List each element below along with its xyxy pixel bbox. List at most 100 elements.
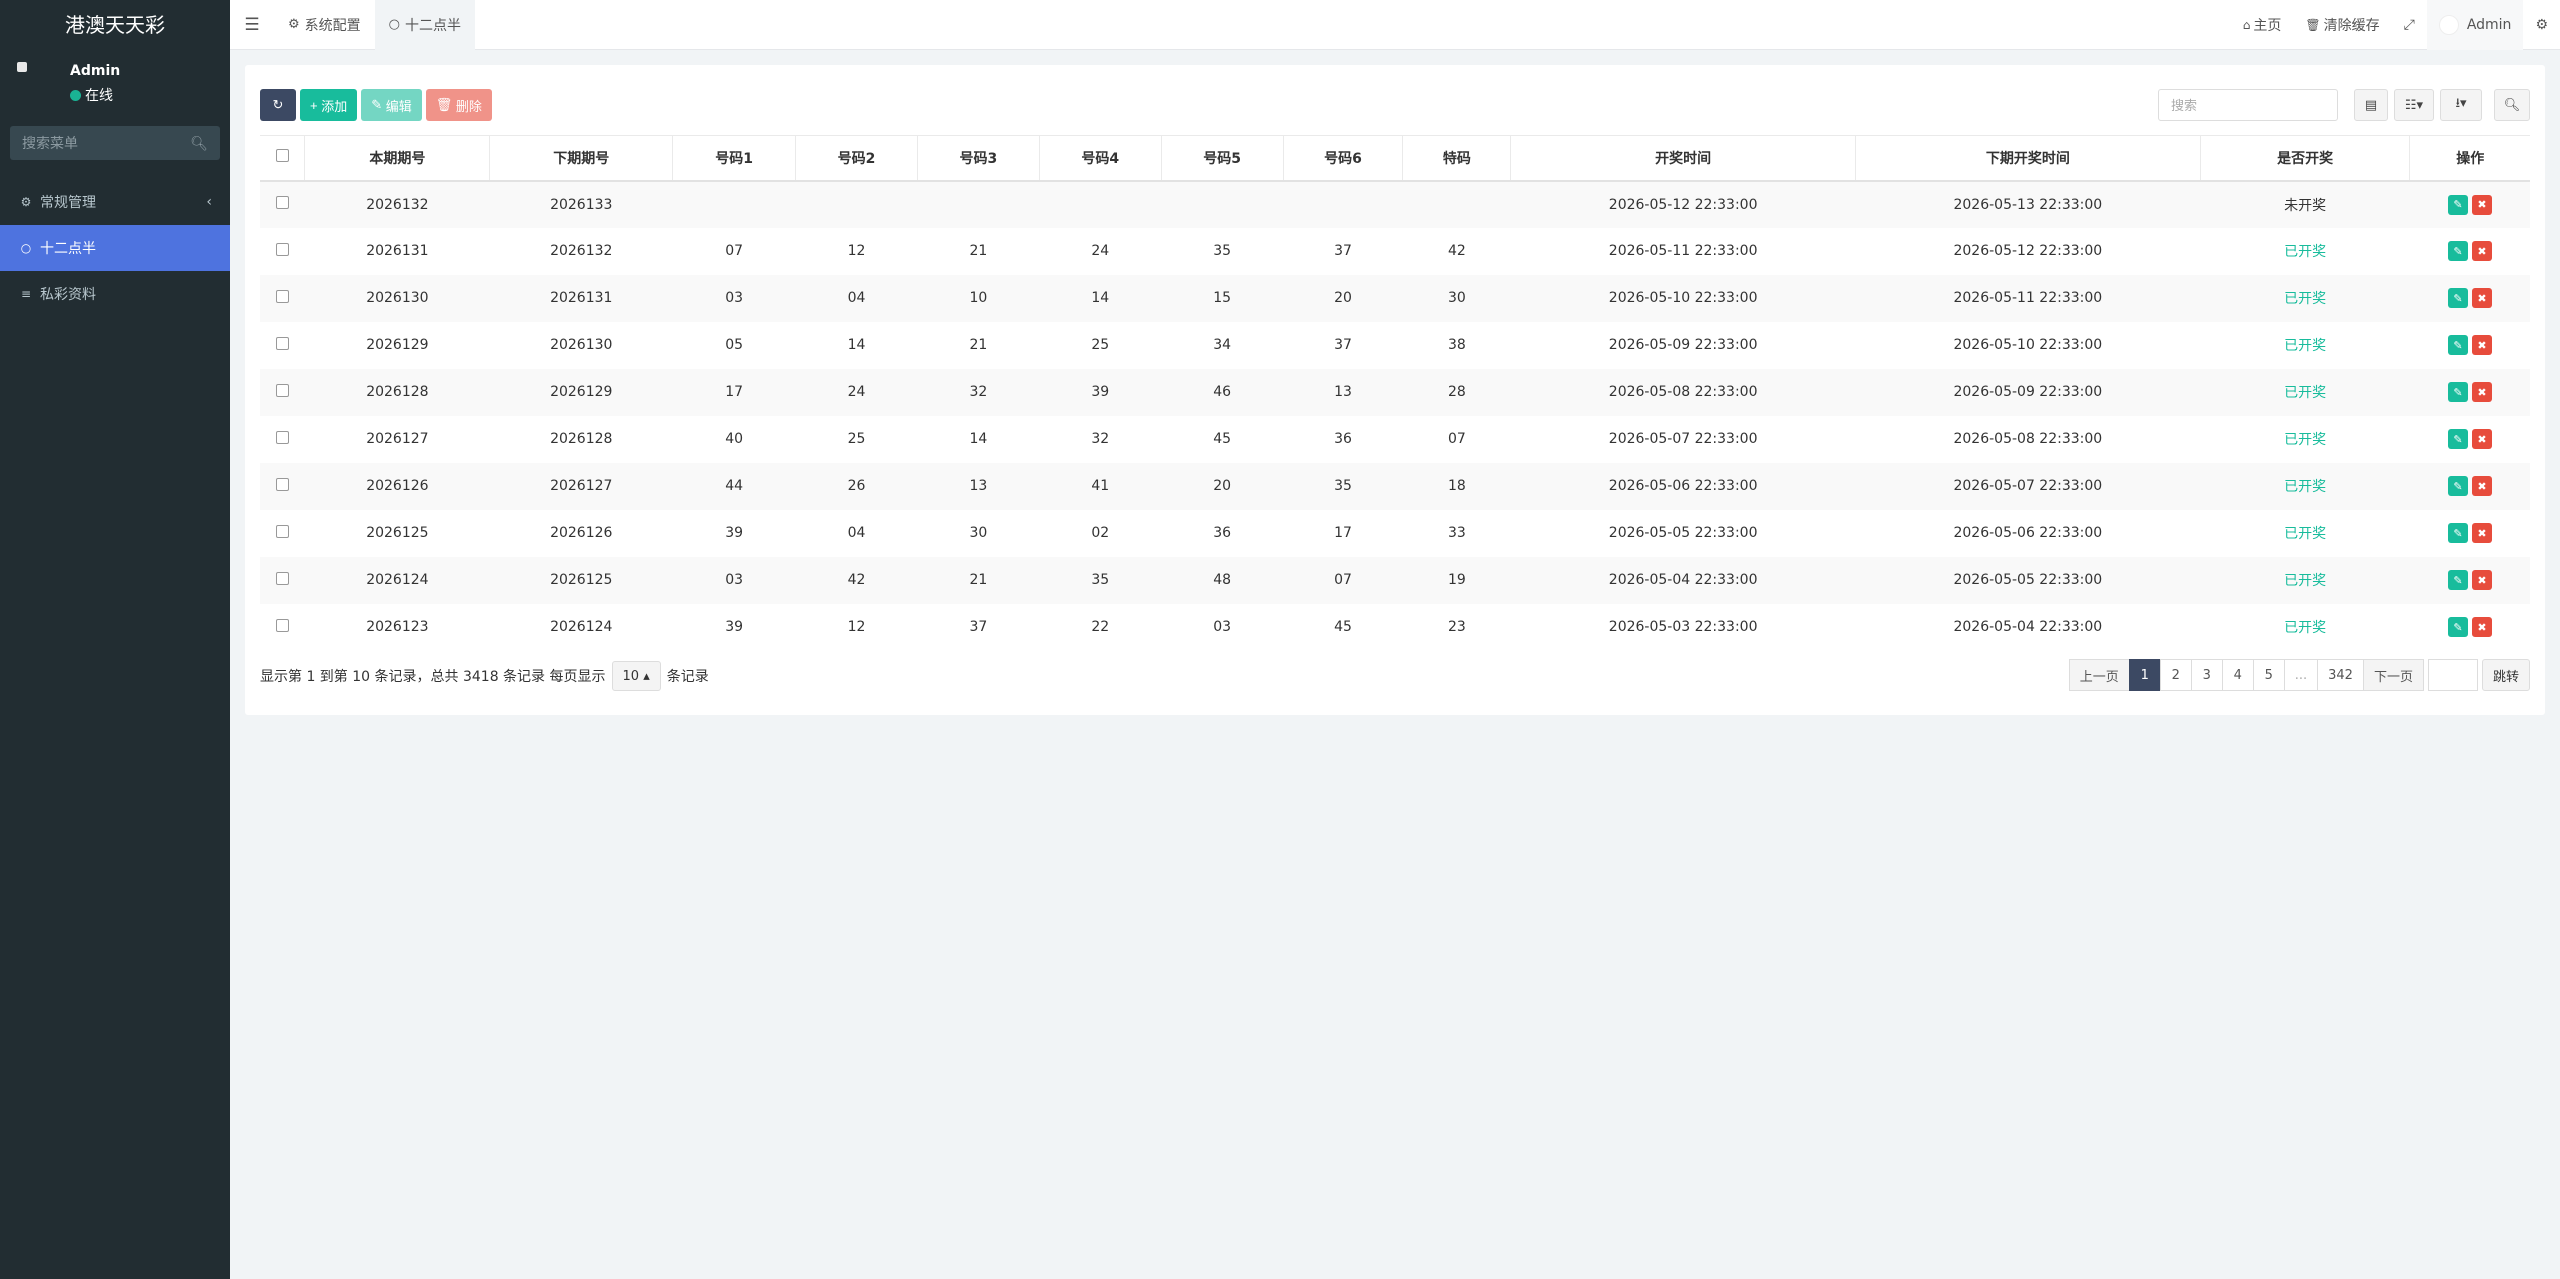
page-button[interactable]: 3 (2190, 659, 2223, 691)
table-row[interactable]: 2026128 2026129 17 24 32 39 46 13 28 2026-05-08 2… (260, 368, 2530, 416)
table-row[interactable]: 2026123 2026124 39 12 37 22 03 45 23 2026-05-03 2… (260, 604, 2530, 651)
page-size-dropdown[interactable]: 10 ▴ (611, 661, 661, 691)
edit-row-button[interactable]: ✎ (2447, 335, 2468, 355)
avatar (14, 62, 38, 92)
page-button[interactable]: 4 (2221, 659, 2254, 691)
edit-row-button[interactable]: ✎ (2447, 288, 2468, 308)
toggle-view-button[interactable]: ▤ (2354, 89, 2388, 121)
sidebar-item-general[interactable]: ⚙ 常规管理 ‹ (0, 179, 230, 225)
row-checkbox[interactable] (275, 336, 289, 350)
advanced-search-button[interactable]: 🔍︎ (2494, 89, 2530, 121)
page-button[interactable]: 1 (2128, 659, 2161, 691)
table-cell: 2026-05-08 22:33:00 (1953, 431, 2103, 447)
table-cell: 36 (1334, 431, 1352, 447)
delete-row-button[interactable]: ✖ (2471, 288, 2492, 308)
columns-button[interactable]: ☷▾ (2394, 89, 2434, 121)
edit-row-button[interactable]: ✎ (2447, 523, 2468, 543)
column-header[interactable]: 号码1 (672, 135, 796, 182)
fullscreen-button[interactable]: ⤢ (2392, 0, 2427, 50)
column-header[interactable]: 下期期号 (489, 135, 673, 182)
edit-row-button[interactable]: ✎ (2447, 570, 2468, 590)
row-checkbox[interactable] (275, 430, 289, 444)
delete-row-button[interactable]: ✖ (2471, 429, 2492, 449)
row-checkbox[interactable] (275, 289, 289, 303)
column-header[interactable]: 号码2 (795, 135, 918, 182)
page-button[interactable]: 342 (2317, 659, 2364, 691)
table-row[interactable]: 2026131 2026132 07 12 21 24 35 37 42 2026-05-11 2… (260, 228, 2530, 275)
home-link[interactable]: ⌂ 主页 (2231, 0, 2294, 50)
tab-system-config[interactable]: ⚙ 系统配置 (274, 0, 375, 50)
column-header[interactable]: 特码 (1402, 135, 1511, 182)
page-button[interactable]: 5 (2252, 659, 2285, 691)
row-checkbox[interactable] (275, 618, 289, 632)
table-row[interactable]: 2026132 2026133 2026-05-12 22:33:00 2026-05… (260, 180, 2530, 228)
edit-row-button[interactable]: ✎ (2447, 241, 2468, 261)
edit-row-button[interactable]: ✎ (2447, 194, 2468, 215)
add-button[interactable]: + 添加 (300, 89, 358, 121)
delete-row-button[interactable]: ✖ (2471, 617, 2492, 637)
delete-row-button[interactable]: ✖ (2471, 570, 2492, 590)
jump-button[interactable]: 跳转 (2481, 659, 2530, 691)
column-header[interactable]: 号码4 (1038, 135, 1162, 182)
refresh-button[interactable]: ↻ (260, 89, 296, 121)
sidebar-item-label: 十二点半 (40, 241, 96, 257)
export-button[interactable]: ⭳▾ (2440, 89, 2482, 121)
row-checkbox[interactable] (275, 571, 289, 585)
sidebar-search-input[interactable] (10, 126, 180, 160)
table-cell: 2026128 (366, 384, 429, 400)
delete-row-button[interactable]: ✖ (2471, 335, 2492, 355)
sidebar-item-private-lottery[interactable]: ≡ 私彩资料 (0, 271, 230, 317)
delete-row-button[interactable]: ✖ (2471, 523, 2492, 543)
row-checkbox[interactable] (275, 524, 289, 538)
row-checkbox[interactable] (275, 477, 289, 491)
column-header[interactable]: 本期期号 (304, 135, 490, 182)
settings-button[interactable]: ⚙ (2523, 0, 2560, 50)
table-cell: 03 (725, 572, 744, 588)
column-header[interactable]: 是否开奖 (2199, 135, 2410, 182)
table-row[interactable]: 2026130 2026131 03 04 10 14 15 20 30 2026-05-10 2… (260, 274, 2530, 322)
prev-page-button[interactable]: 上一页 (2068, 659, 2130, 691)
table-row[interactable]: 2026125 2026126 39 04 30 02 36 17 33 2026-05-05 2… (260, 510, 2530, 557)
column-header[interactable]: 开奖时间 (1510, 135, 1856, 182)
table-row[interactable]: 2026129 2026130 05 14 21 25 34 37 38 2026-05-09 2… (260, 322, 2530, 369)
edit-row-button[interactable]: ✎ (2447, 476, 2468, 496)
table-row[interactable]: 2026127 2026128 40 25 14 32 45 36 07 2026-05-07 2… (260, 416, 2530, 463)
sidebar-item-twelve-thirty[interactable]: ○ 十二点半 (0, 225, 230, 271)
row-checkbox[interactable] (275, 242, 289, 256)
tab-twelve-thirty[interactable]: ○ 十二点半 (374, 0, 475, 50)
status-badge: 已开奖 (2284, 573, 2327, 589)
edit-row-button[interactable]: ✎ (2447, 429, 2468, 449)
search-icon[interactable]: 🔍︎ (190, 136, 208, 152)
next-page-button[interactable]: 下一页 (2362, 659, 2424, 691)
table-cell: 36 (1213, 525, 1232, 541)
row-actions: ✎ ✖ (2410, 369, 2530, 416)
column-header[interactable]: 号码6 (1282, 135, 1403, 182)
page-button[interactable]: 2 (2159, 659, 2192, 691)
delete-row-button[interactable]: ✖ (2471, 241, 2492, 261)
edit-button[interactable]: ✎ 编辑 (361, 89, 422, 121)
edit-row-button[interactable]: ✎ (2447, 382, 2468, 402)
table-row[interactable]: 2026126 2026127 44 26 13 41 20 35 18 2026-05-06 2… (260, 462, 2530, 510)
delete-row-button[interactable]: ✖ (2471, 382, 2492, 402)
table-row[interactable]: 2026124 2026125 03 42 21 35 48 07 19 2026-05-04 2… (260, 556, 2530, 604)
add-label: 添加 (321, 98, 348, 114)
table-cell: 15 (1213, 290, 1232, 306)
chevron-left-icon: ‹ (206, 194, 212, 210)
select-all-checkbox[interactable] (275, 149, 289, 163)
delete-row-button[interactable]: ✖ (2471, 476, 2492, 496)
table-search-input[interactable] (2158, 89, 2338, 121)
edit-row-button[interactable]: ✎ (2447, 617, 2468, 637)
row-checkbox[interactable] (275, 383, 289, 397)
row-checkbox[interactable] (275, 196, 289, 209)
delete-button[interactable]: 🗑︎ 删除 (425, 89, 492, 121)
column-header[interactable]: 号码5 (1160, 135, 1284, 182)
brand-logo[interactable]: 港澳天天彩 (0, 0, 230, 50)
column-header[interactable]: 下期开奖时间 (1855, 135, 2201, 182)
column-header[interactable]: 号码3 (916, 135, 1040, 182)
menu-toggle-icon[interactable]: ☰ (230, 0, 274, 50)
table-cell: 2026132 (550, 243, 613, 259)
clear-cache-button[interactable]: 🗑︎ 清除缓存 (2293, 0, 2391, 50)
user-menu[interactable]: Admin (2426, 0, 2524, 50)
jump-page-input[interactable] (2427, 659, 2478, 691)
delete-row-button[interactable]: ✖ (2471, 194, 2492, 215)
